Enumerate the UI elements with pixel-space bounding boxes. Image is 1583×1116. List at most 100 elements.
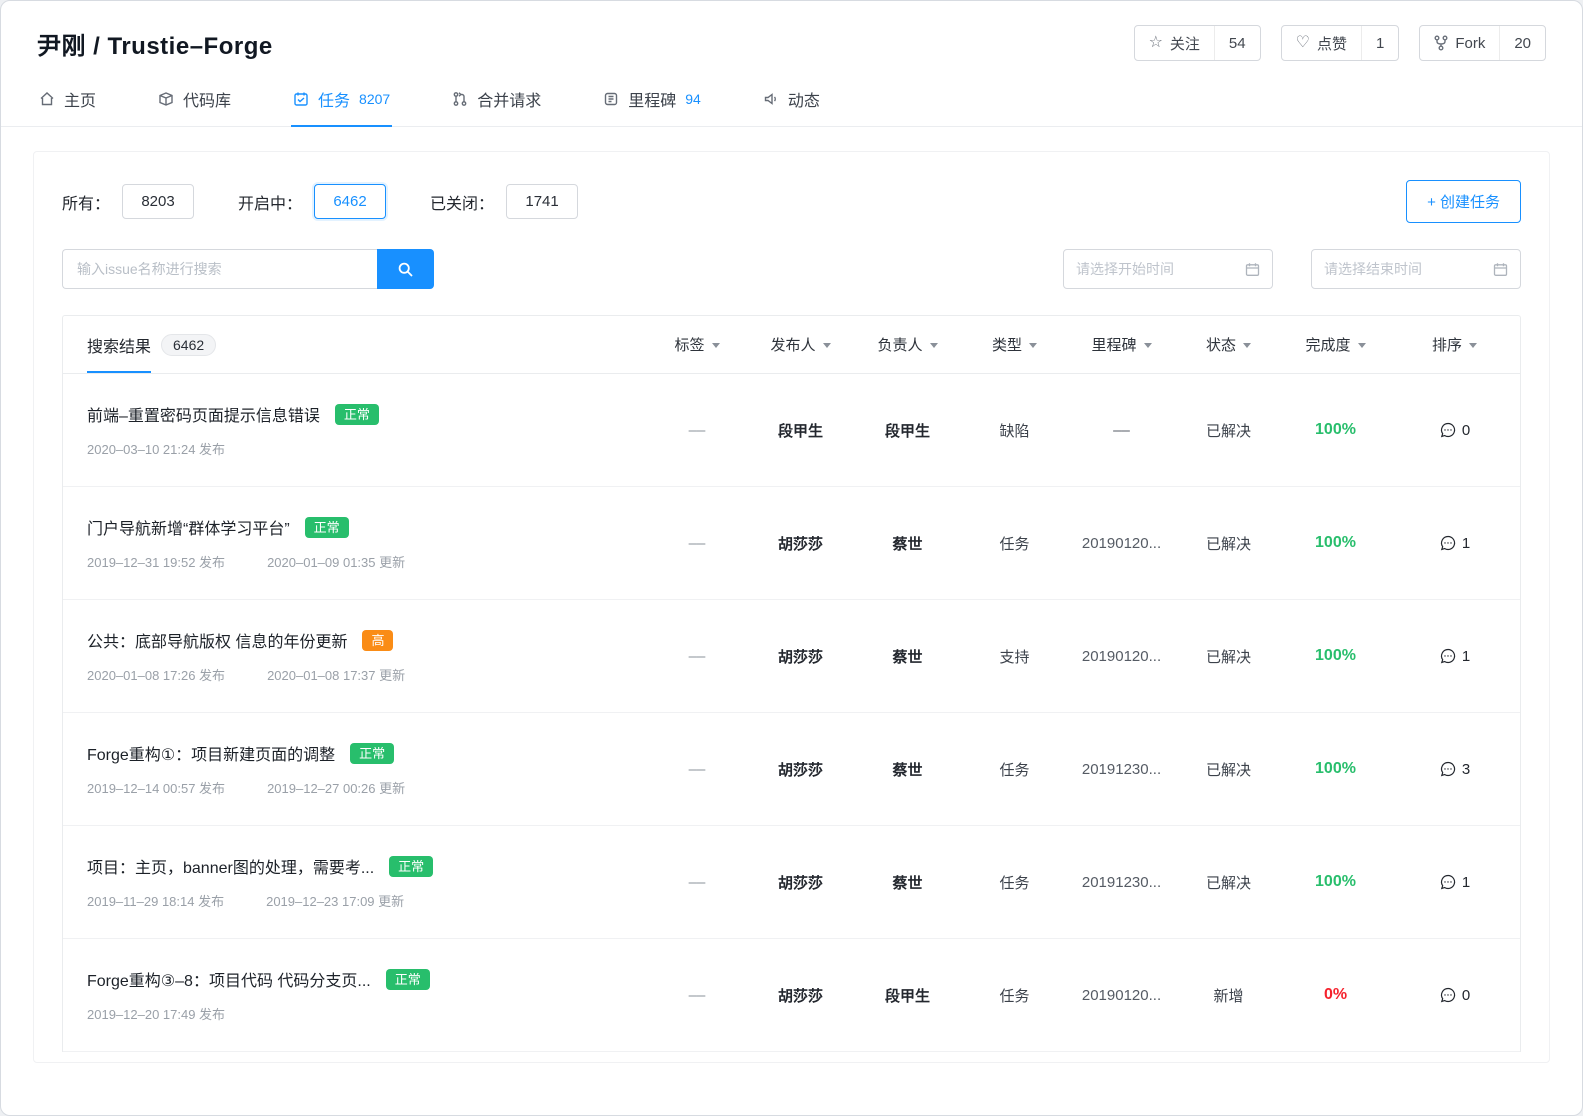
table-row[interactable]: Forge重构①：项目新建页面的调整 正常 2019–12–14 00:57 发… [63,713,1520,826]
issue-main-cell: 公共：底部导航版权 信息的年份更新 高 2020–01–08 17:26 发布 … [63,628,647,684]
comments-cell[interactable]: 1 [1389,873,1520,891]
fork-count[interactable]: 20 [1499,26,1545,60]
search-input[interactable] [62,249,377,289]
tab-repository[interactable]: 代码库 [156,73,233,126]
issue-filter-row: 所有： 8203 开启中： 6462 已关闭： 1741 + 创建任务 [62,180,1521,223]
milestone-cell[interactable]: 20191230... [1068,761,1175,778]
column-header[interactable]: 状态 [1175,334,1282,355]
table-row[interactable]: 前端–重置密码页面提示信息错误 正常 2020–03–10 21:24 发布 –… [63,374,1520,487]
issue-title[interactable]: 前端–重置密码页面提示信息错误 [87,402,320,426]
chevron-down-icon [1358,343,1366,348]
issue-title[interactable]: 门户导航新增“群体学习平台” [87,515,290,539]
tab-milestones[interactable]: 里程碑 94 [601,73,703,126]
publisher-cell[interactable]: 胡莎莎 [747,985,854,1006]
type-cell: 支持 [961,646,1068,667]
tab-repository-label: 代码库 [183,87,231,111]
praise-button[interactable]: ♡ 点赞 1 [1281,25,1400,61]
comments-cell[interactable]: 0 [1389,421,1520,439]
watch-button[interactable]: ☆ 关注 54 [1134,25,1261,61]
table-row[interactable]: 项目：主页，banner图的处理，需要考... 正常 2019–11–29 18… [63,826,1520,939]
comment-icon [1439,421,1457,439]
result-label: 搜索结果 [87,316,151,373]
filter-all-count[interactable]: 8203 [122,184,194,219]
comments-cell[interactable]: 3 [1389,760,1520,778]
published-date: 2020–03–10 21:24 发布 [87,439,225,458]
watch-count[interactable]: 54 [1214,26,1260,60]
assignee-cell[interactable]: 蔡世 [854,646,961,667]
tab-issues-count: 8207 [359,91,390,107]
comment-icon [1439,986,1457,1004]
result-tab[interactable]: 搜索结果 6462 [63,316,647,373]
end-date-picker[interactable]: 请选择结束时间 [1311,249,1521,289]
filter-open-label: 开启中： [238,190,302,214]
comment-icon [1439,760,1457,778]
comments-cell[interactable]: 1 [1389,647,1520,665]
assignee-cell[interactable]: 段甲生 [854,420,961,441]
publisher-cell[interactable]: 胡莎莎 [747,759,854,780]
filter-closed-count[interactable]: 1741 [506,184,578,219]
table-column-headers: 搜索结果 6462 标签发布人负责人类型里程碑状态完成度排序 [63,316,1520,374]
column-header[interactable]: 标签 [647,334,747,355]
published-date: 2019–12–31 19:52 发布 [87,552,225,571]
publisher-cell[interactable]: 胡莎莎 [747,533,854,554]
column-header[interactable]: 完成度 [1282,334,1389,355]
create-issue-button[interactable]: + 创建任务 [1406,180,1521,223]
type-cell: 缺陷 [961,420,1068,441]
milestone-cell[interactable]: –– [1068,422,1175,439]
page-title: 尹刚 / Trustie–Forge [37,26,273,61]
chevron-down-icon [1029,343,1037,348]
milestone-cell[interactable]: 20190120... [1068,535,1175,552]
publisher-cell[interactable]: 胡莎莎 [747,872,854,893]
result-count-badge: 6462 [161,334,216,356]
publisher-cell[interactable]: 胡莎莎 [747,646,854,667]
tag-cell: –– [647,761,747,778]
assignee-cell[interactable]: 蔡世 [854,872,961,893]
column-header[interactable]: 发布人 [747,334,854,355]
tab-activity[interactable]: 动态 [761,73,822,126]
table-row[interactable]: Forge重构③–8：项目代码 代码分支页... 正常 2019–12–20 1… [63,939,1520,1052]
column-header[interactable]: 里程碑 [1068,334,1175,355]
type-cell: 任务 [961,759,1068,780]
column-header[interactable]: 负责人 [854,334,961,355]
publisher-cell[interactable]: 段甲生 [747,420,854,441]
tab-home-label: 主页 [64,87,96,111]
table-row[interactable]: 公共：底部导航版权 信息的年份更新 高 2020–01–08 17:26 发布 … [63,600,1520,713]
comments-cell[interactable]: 1 [1389,534,1520,552]
watch-label: 关注 [1170,33,1200,54]
comments-cell[interactable]: 0 [1389,986,1520,1004]
issue-main-cell: Forge重构③–8：项目代码 代码分支页... 正常 2019–12–20 1… [63,967,647,1023]
issue-title[interactable]: 公共：底部导航版权 信息的年份更新 [87,628,347,652]
milestone-cell[interactable]: 20191230... [1068,874,1175,891]
filter-closed-label: 已关闭： [430,190,494,214]
tag-cell: –– [647,535,747,552]
comment-count: 0 [1462,422,1470,439]
table-row[interactable]: 门户导航新增“群体学习平台” 正常 2019–12–31 19:52 发布 20… [63,487,1520,600]
issue-title[interactable]: 项目：主页，banner图的处理，需要考... [87,854,374,878]
column-header[interactable]: 排序 [1389,334,1520,355]
start-date-picker[interactable]: 请选择开始时间 [1063,249,1273,289]
assignee-cell[interactable]: 段甲生 [854,985,961,1006]
issue-meta: 2019–12–31 19:52 发布 2020–01–09 01:35 更新 [87,552,647,571]
priority-badge: 正常 [335,404,379,425]
tag-cell: –– [647,874,747,891]
issue-title[interactable]: Forge重构③–8：项目代码 代码分支页... [87,967,371,991]
assignee-cell[interactable]: 蔡世 [854,759,961,780]
milestone-cell[interactable]: 20190120... [1068,648,1175,665]
milestone-cell[interactable]: 20190120... [1068,987,1175,1004]
tab-issues[interactable]: 任务 8207 [291,73,392,126]
type-cell: 任务 [961,985,1068,1006]
tab-issues-label: 任务 [318,87,350,111]
search-button[interactable] [377,249,434,289]
status-cell: 新增 [1175,985,1282,1006]
issue-main-cell: 前端–重置密码页面提示信息错误 正常 2020–03–10 21:24 发布 [63,402,647,458]
tab-pull-requests[interactable]: 合并请求 [450,73,543,126]
filter-open-count[interactable]: 6462 [314,184,386,219]
praise-count[interactable]: 1 [1361,26,1398,60]
column-header[interactable]: 类型 [961,334,1068,355]
fork-button[interactable]: Fork 20 [1419,25,1546,61]
issue-title[interactable]: Forge重构①：项目新建页面的调整 [87,741,335,765]
assignee-cell[interactable]: 蔡世 [854,533,961,554]
date-filters: 请选择开始时间 请选择结束时间 [1063,249,1521,289]
star-icon: ☆ [1149,35,1163,51]
tab-home[interactable]: 主页 [37,73,98,126]
